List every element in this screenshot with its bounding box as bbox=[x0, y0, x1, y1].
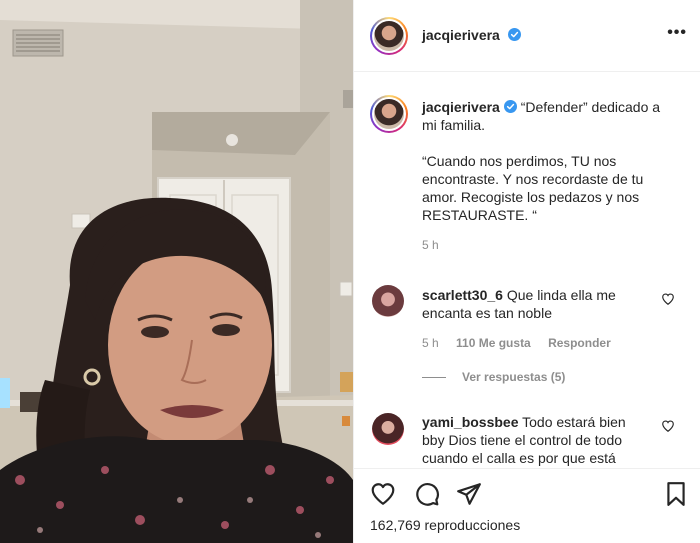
post-media-video[interactable] bbox=[0, 0, 353, 543]
comment-text: Todo estará bien bbox=[522, 414, 626, 430]
verified-badge-icon bbox=[508, 28, 522, 41]
caption: jacqierivera “Defender” dedicado a mi fa… bbox=[422, 98, 687, 252]
caption-quote-line: RESTAURASTE. “ bbox=[422, 207, 537, 223]
caption-quote-line: “Cuando nos perdimos, TU nos bbox=[422, 153, 617, 169]
comment-text-continued: bby Dios tiene el control de todo bbox=[422, 432, 623, 448]
comment-username[interactable]: scarlett30_6 bbox=[422, 287, 503, 303]
comment-avatar[interactable] bbox=[372, 413, 404, 445]
bookmark-icon[interactable] bbox=[663, 481, 689, 507]
verified-badge-icon bbox=[503, 100, 517, 113]
video-frame bbox=[0, 0, 353, 543]
views-count[interactable]: 162,769 reproducciones bbox=[370, 517, 520, 533]
view-replies-label: Ver respuestas (5) bbox=[462, 370, 566, 384]
caption-quote-line: encontraste. Y nos recordaste de tu bbox=[422, 171, 644, 187]
post-header: jacqierivera ••• bbox=[354, 0, 700, 72]
caption-timestamp[interactable]: 5 h bbox=[422, 238, 687, 252]
reply-button[interactable]: Responder bbox=[548, 336, 611, 350]
comment-icon[interactable] bbox=[414, 481, 440, 507]
view-replies-button[interactable]: Ver respuestas (5) bbox=[422, 370, 657, 384]
author-username[interactable]: jacqierivera bbox=[422, 27, 500, 43]
caption-avatar[interactable] bbox=[370, 95, 408, 133]
more-options-button[interactable]: ••• bbox=[667, 24, 687, 42]
comment-avatar[interactable] bbox=[372, 285, 404, 317]
comment-text-continued: encanta es tan noble bbox=[422, 305, 552, 321]
comment-timestamp[interactable]: 5 h bbox=[422, 336, 439, 350]
comments-section: jacqierivera “Defender” dedicado a mi fa… bbox=[354, 73, 700, 467]
comment-likes-count[interactable]: 110 Me gusta bbox=[456, 336, 531, 350]
heart-icon[interactable] bbox=[370, 481, 396, 507]
caption-quote-line: amor. Recogiste los pedazos y nos bbox=[422, 189, 640, 205]
comment-like-heart-icon[interactable] bbox=[661, 419, 675, 433]
caption-text-line1: “Defender” dedicado a bbox=[520, 99, 661, 115]
author-name-row: jacqierivera bbox=[422, 27, 522, 45]
caption-text-line2: mi familia. bbox=[422, 117, 486, 133]
comment-like-heart-icon[interactable] bbox=[661, 292, 675, 306]
replies-divider bbox=[422, 377, 446, 379]
paper-plane-icon[interactable] bbox=[456, 481, 482, 507]
comment-text: Que linda ella me bbox=[506, 287, 616, 303]
author-avatar[interactable] bbox=[370, 17, 408, 55]
comment: yami_bossbee Todo estará bien bby Dios t… bbox=[422, 413, 662, 467]
caption-username[interactable]: jacqierivera bbox=[422, 99, 500, 115]
post-side-panel: jacqierivera ••• jacqierivera “Defender”… bbox=[353, 0, 700, 543]
comment-text-continued: cuando el calla es por que está bbox=[422, 450, 616, 466]
comment: scarlett30_6 Que linda ella me encanta e… bbox=[422, 286, 657, 384]
post-action-bar: 162,769 reproducciones bbox=[354, 468, 700, 543]
comment-username[interactable]: yami_bossbee bbox=[422, 414, 519, 430]
